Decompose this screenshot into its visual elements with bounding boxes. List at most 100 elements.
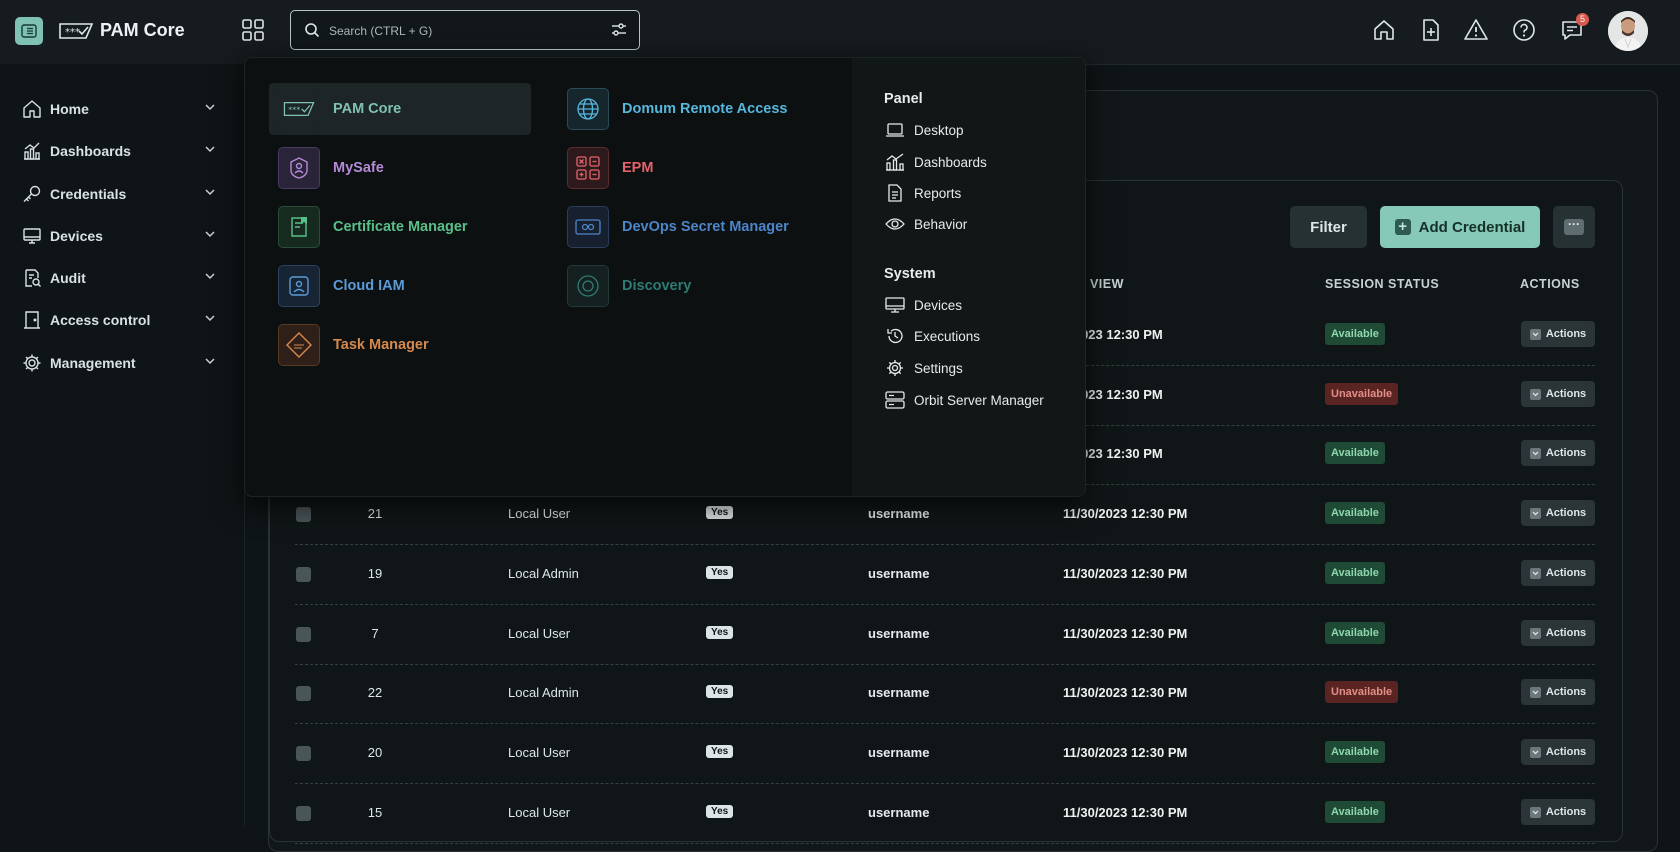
row-checkbox[interactable] [296, 686, 311, 701]
actions-button[interactable]: Actions [1521, 500, 1595, 526]
app-pam-core[interactable]: *** PAM Core [269, 83, 531, 135]
app-domum-remote-access[interactable]: Domum Remote Access [558, 83, 820, 135]
status-badge: Available [1325, 622, 1385, 644]
plus-icon: + [1394, 219, 1411, 235]
link-devices[interactable]: Devices [884, 294, 962, 316]
cell-username: username [868, 685, 930, 700]
chevron-down-icon [1529, 627, 1541, 639]
home-icon[interactable] [1372, 18, 1396, 42]
brand-logo-icon: *** [58, 20, 94, 42]
row-checkbox[interactable] [296, 567, 311, 582]
app-certificate-manager[interactable]: Certificate Manager [269, 201, 531, 253]
sidebar-item-management[interactable]: Management [22, 348, 222, 378]
app-epm[interactable]: EPM [558, 142, 820, 194]
chevron-down-icon [205, 231, 215, 238]
app-cloud-iam[interactable]: Cloud IAM [269, 260, 531, 312]
link-settings[interactable]: Settings [884, 357, 963, 379]
cell-type: Local User [508, 805, 571, 820]
more-options-button[interactable]: ··· [1553, 206, 1595, 248]
add-document-icon[interactable] [1419, 18, 1443, 42]
monitor-icon [23, 228, 41, 244]
chevron-down-icon [205, 146, 215, 153]
app-discovery[interactable]: Discovery [558, 260, 820, 312]
status-badge: Available [1325, 502, 1385, 524]
row-checkbox[interactable] [296, 806, 311, 821]
actions-button[interactable]: Actions [1521, 799, 1595, 825]
cell-username: username [868, 506, 930, 521]
chevron-down-icon [205, 358, 215, 365]
sidebar-item-dashboards[interactable]: Dashboards [22, 136, 222, 166]
warning-icon[interactable] [1464, 18, 1488, 42]
notification-badge: 5 [1576, 13, 1589, 26]
link-behavior[interactable]: Behavior [884, 213, 967, 235]
cell-id: 7 [371, 626, 379, 641]
actions-label: Actions [1545, 567, 1587, 579]
link-reports[interactable]: Reports [884, 182, 961, 204]
svg-text:***: *** [288, 105, 300, 115]
link-desktop[interactable]: Desktop [884, 119, 964, 141]
actions-label: Actions [1545, 627, 1587, 639]
app-launcher-button[interactable] [241, 18, 265, 42]
app-mysafe[interactable]: MySafe [269, 142, 531, 194]
actions-button[interactable]: Actions [1521, 620, 1595, 646]
link-label: Settings [914, 360, 963, 376]
sidebar-item-devices[interactable]: Devices [22, 221, 222, 251]
sidebar-item-home[interactable]: Home [22, 94, 222, 124]
actions-button[interactable]: Actions [1521, 560, 1595, 586]
actions-button[interactable]: Actions [1521, 321, 1595, 347]
dashboards-icon [24, 142, 40, 160]
actions-button[interactable]: Actions [1521, 381, 1595, 407]
help-icon[interactable] [1512, 18, 1536, 42]
table-row[interactable]: 19 Local Admin Yes username 11/30/2023 12:30… [295, 544, 1595, 605]
cloud-iam-icon [278, 265, 320, 307]
sidebar-item-access-control[interactable]: Access control [22, 305, 222, 335]
more-icon: ··· [1564, 218, 1584, 235]
panel-section-title: Panel [884, 91, 923, 107]
row-checkbox[interactable] [296, 746, 311, 761]
link-dashboards[interactable]: Dashboards [884, 151, 987, 173]
search-filter-icon[interactable] [611, 22, 627, 38]
sidebar-item-credentials[interactable]: Credentials [22, 179, 222, 209]
actions-label: Actions [1545, 746, 1587, 758]
table-row[interactable]: 20 Local User Yes username 11/30/2023 12:30 … [295, 723, 1595, 784]
table-row[interactable]: 15 Local User Yes username 11/30/2023 12:30 … [295, 783, 1595, 844]
app-label: EPM [622, 160, 654, 176]
cell-yes-badge: Yes [706, 805, 734, 818]
link-label: Executions [914, 328, 981, 344]
column-header-session-status[interactable]: SESSION STATUS [1325, 277, 1439, 291]
table-row[interactable]: 22 Local Admin Yes username 11/30/2023 12:30… [295, 663, 1595, 724]
row-checkbox[interactable] [296, 507, 311, 522]
chevron-down-icon [1529, 746, 1541, 758]
task-manager-icon [278, 324, 320, 366]
avatar[interactable] [1608, 11, 1648, 51]
filter-button[interactable]: Filter [1290, 206, 1367, 248]
link-label: Orbit Server Manager [914, 392, 1044, 408]
menu-toggle-button[interactable] [15, 17, 43, 45]
search-input[interactable] [327, 20, 591, 42]
link-label: Devices [914, 297, 963, 313]
sidebar-item-audit[interactable]: Audit [22, 263, 222, 293]
cell-yes-badge: Yes [706, 685, 734, 698]
app-devops-secret-manager[interactable]: DevOps Secret Manager [558, 201, 820, 253]
actions-button[interactable]: Actions [1521, 679, 1595, 705]
row-checkbox[interactable] [296, 627, 311, 642]
chevron-down-icon [1529, 686, 1541, 698]
status-badge: Available [1325, 741, 1385, 763]
eye-icon [884, 215, 906, 233]
audit-icon [25, 269, 41, 287]
link-orbit-server-manager[interactable]: Orbit Server Manager [884, 389, 1044, 411]
discovery-icon [567, 265, 609, 307]
chevron-down-icon [1529, 328, 1541, 340]
cell-type: Local Admin [508, 566, 579, 581]
actions-button[interactable]: Actions [1521, 440, 1595, 466]
app-task-manager[interactable]: Task Manager [269, 319, 531, 371]
add-credential-button[interactable]: + Add Credential [1380, 206, 1540, 248]
cell-username: username [868, 626, 930, 641]
table-row[interactable]: 7 Local User Yes username 11/30/2023 12:30 P… [295, 604, 1595, 665]
link-executions[interactable]: Executions [884, 325, 980, 347]
status-badge: Unavailable [1325, 383, 1399, 405]
devops-icon [567, 206, 609, 248]
actions-label: Actions [1545, 806, 1587, 818]
actions-button[interactable]: Actions [1521, 739, 1595, 765]
cell-type: Local User [508, 626, 571, 641]
